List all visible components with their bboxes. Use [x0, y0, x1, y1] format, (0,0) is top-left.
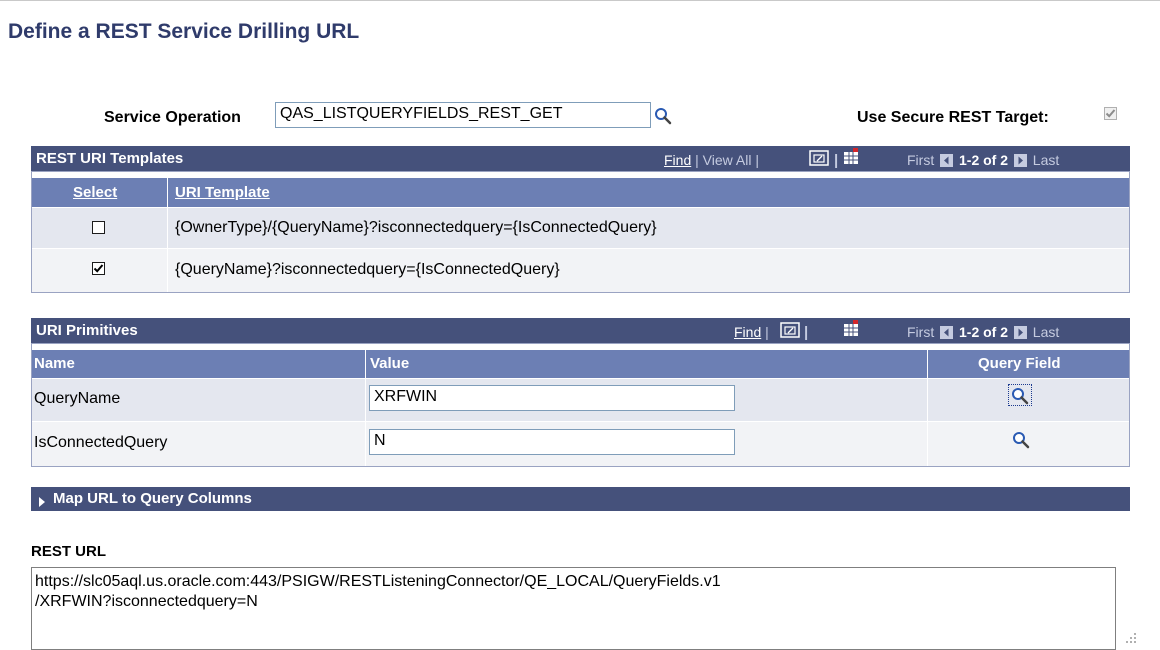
new-window-icon[interactable]	[780, 322, 800, 342]
download-grid-icon[interactable]	[842, 320, 860, 342]
view-all-link[interactable]: View All	[703, 152, 752, 168]
service-operation-label: Service Operation	[104, 109, 241, 126]
select-checkbox[interactable]	[92, 221, 105, 234]
column-query-field: Query Field	[978, 355, 1061, 372]
last-label: Last	[1032, 152, 1060, 168]
secure-target-label: Use Secure REST Target:	[857, 109, 1049, 126]
primitive-value-field[interactable]: N	[369, 429, 735, 455]
find-link[interactable]: Find	[734, 324, 761, 340]
download-grid-icon[interactable]	[842, 148, 860, 170]
first-label: First	[907, 152, 935, 168]
map-url-section-label: Map URL to Query Columns	[53, 490, 252, 507]
first-label: First	[907, 324, 935, 340]
uri-template-cell: {OwnerType}/{QueryName}?isconnectedquery…	[175, 219, 657, 236]
column-divider	[927, 350, 928, 466]
previous-arrow-icon[interactable]	[940, 326, 954, 339]
next-arrow-icon[interactable]	[1013, 154, 1027, 167]
query-field-lookup-icon[interactable]	[1012, 431, 1030, 449]
primitive-value-field[interactable]: XRFWIN	[369, 385, 735, 411]
uri-primitives-find: Find |	[734, 324, 769, 340]
column-value: Value	[370, 355, 410, 372]
column-divider	[365, 350, 366, 466]
row-divider	[32, 421, 1129, 422]
previous-arrow-icon[interactable]	[940, 154, 954, 167]
nav-separator: |	[755, 152, 759, 168]
secure-target-checkbox[interactable]	[1104, 107, 1117, 120]
uri-primitives-paging: First 1-2 of 2 Last	[907, 324, 1059, 340]
rest-url-line-2: /XRFWIN?isconnectedquery=N	[35, 593, 258, 610]
nav-separator: |	[695, 152, 699, 168]
find-link[interactable]: Find	[664, 152, 691, 168]
last-label: Last	[1032, 324, 1060, 340]
uri-templates-paging: First 1-2 of 2 Last	[907, 152, 1059, 168]
rest-url-line-1: https://slc05aql.us.oracle.com:443/PSIGW…	[35, 573, 721, 590]
uri-template-cell: {QueryName}?isconnectedquery={IsConnecte…	[175, 261, 560, 278]
query-field-lookup-icon[interactable]	[1008, 384, 1032, 406]
new-window-icon[interactable]	[809, 150, 829, 170]
uri-templates-header: REST URI Templates Find | View All | | F…	[31, 146, 1130, 171]
magnifier-icon[interactable]	[654, 107, 672, 130]
nav-separator: |	[765, 324, 769, 340]
nav-separator: |	[834, 152, 839, 169]
textarea-resize-grip-icon[interactable]	[1125, 631, 1137, 649]
table-row: {QueryName}?isconnectedquery={IsConnecte…	[32, 249, 1129, 292]
column-uri-template[interactable]: URI Template	[175, 184, 270, 201]
table-row: QueryName XRFWIN	[32, 379, 1129, 421]
uri-primitives-header: URI Primitives Find | | First 1-2 of 2 L…	[31, 318, 1130, 343]
table-row: IsConnectedQuery N	[32, 422, 1129, 466]
row-range: 1-2 of 2	[959, 324, 1009, 340]
uri-primitives-title: URI Primitives	[36, 322, 138, 339]
row-range: 1-2 of 2	[959, 152, 1009, 168]
rest-url-label: REST URL	[31, 543, 106, 560]
map-url-section-toggle[interactable]: Map URL to Query Columns	[31, 487, 1130, 511]
service-operation-field[interactable]: QAS_LISTQUERYFIELDS_REST_GET	[275, 102, 651, 128]
column-name: Name	[34, 355, 75, 372]
uri-templates-column-header: Select URI Template	[32, 178, 1129, 207]
uri-templates-title: REST URI Templates	[36, 150, 184, 167]
top-rule	[0, 0, 1160, 1]
primitive-name-cell: QueryName	[34, 390, 121, 407]
uri-templates-find-view: Find | View All |	[664, 152, 759, 168]
primitive-name-cell: IsConnectedQuery	[34, 434, 168, 451]
select-checkbox[interactable]	[92, 262, 105, 275]
row-divider	[32, 248, 1129, 249]
collapsed-triangle-icon	[38, 494, 46, 511]
column-select[interactable]: Select	[73, 184, 117, 201]
next-arrow-icon[interactable]	[1013, 326, 1027, 339]
table-row: {OwnerType}/{QueryName}?isconnectedquery…	[32, 208, 1129, 248]
nav-separator: |	[804, 324, 809, 341]
page-title: Define a REST Service Drilling URL	[8, 20, 360, 43]
uri-primitives-column-header: Name Value Query Field	[32, 350, 1129, 378]
rest-url-textarea[interactable]: https://slc05aql.us.oracle.com:443/PSIGW…	[31, 567, 1116, 650]
column-divider	[167, 178, 168, 292]
